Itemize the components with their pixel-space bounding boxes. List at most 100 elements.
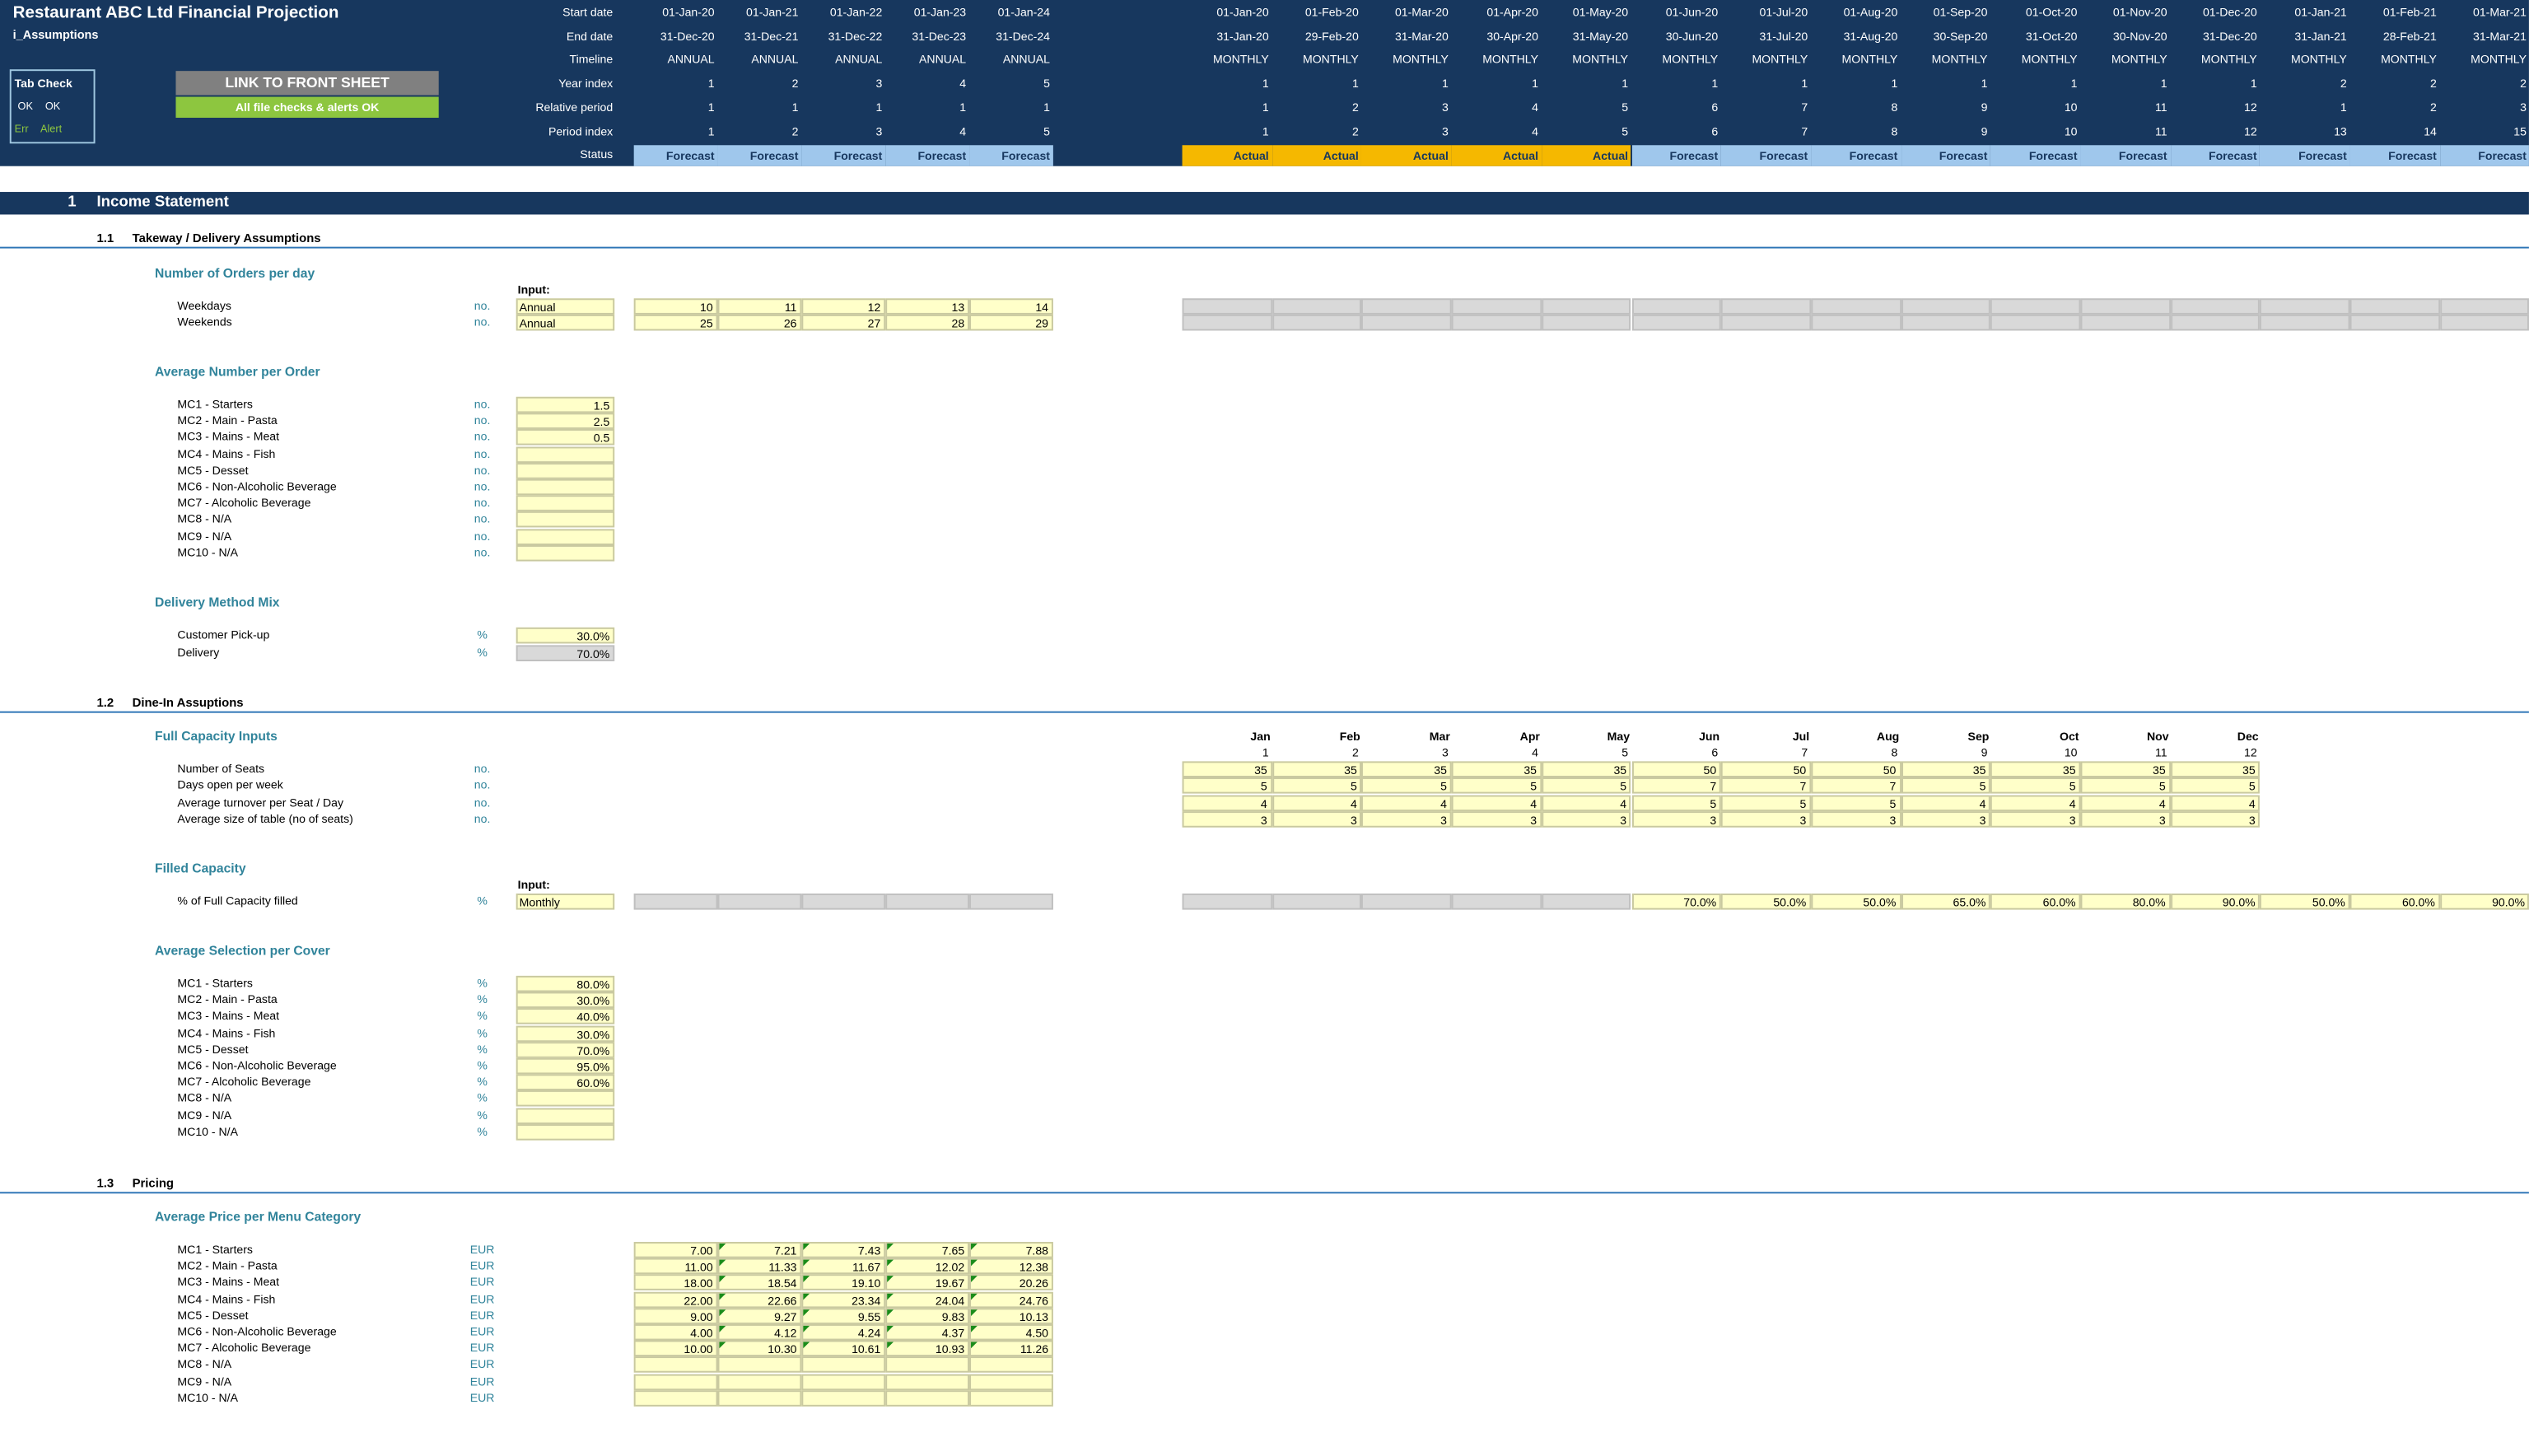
input-mode-cell[interactable]: Annual [516,298,615,315]
input-cell[interactable]: 23.34 [801,1290,886,1308]
input-cell[interactable]: 7 [1811,777,1901,795]
input-cell[interactable] [885,1389,970,1407]
input-cell[interactable]: 19.10 [801,1274,886,1291]
input-cell[interactable]: 95.0% [516,1057,615,1075]
input-cell[interactable]: 3 [2080,810,2171,828]
input-cell[interactable]: 11.67 [801,1258,886,1275]
input-cell[interactable]: 28 [885,314,970,331]
input-cell[interactable]: 7.88 [969,1242,1053,1258]
input-cell[interactable]: 7.00 [633,1242,718,1258]
input-cell[interactable]: 3 [1361,810,1452,828]
input-cell[interactable] [516,1107,615,1124]
input-cell[interactable]: 9.27 [717,1307,802,1324]
input-cell[interactable]: 35 [1990,761,2081,777]
input-mode-cell[interactable]: Annual [516,314,615,331]
input-cell[interactable] [633,1356,718,1374]
input-cell[interactable]: 3 [1451,810,1542,828]
input-cell[interactable]: 4.37 [885,1323,970,1341]
input-cell[interactable]: 60.0% [2349,894,2440,910]
input-cell[interactable] [516,528,615,545]
input-cell[interactable] [633,1389,718,1407]
input-cell[interactable]: 4 [2080,794,2171,811]
input-cell[interactable]: 4 [1451,794,1542,811]
input-cell[interactable]: 35 [1541,761,1631,777]
input-cell[interactable]: 5 [1451,777,1542,795]
input-cell[interactable]: 5 [1990,777,2081,795]
input-cell[interactable]: 50 [1721,761,1812,777]
input-cell[interactable]: 4.12 [717,1323,802,1341]
input-cell[interactable]: 7 [1721,777,1812,795]
input-cell[interactable]: 3 [2170,810,2261,828]
input-cell[interactable]: 11.00 [633,1258,718,1275]
input-cell[interactable]: 50 [1631,761,1722,777]
input-cell[interactable]: 5 [1182,777,1272,795]
link-to-front-sheet-button[interactable]: LINK TO FRONT SHEET [175,71,439,96]
input-cell[interactable] [516,478,615,496]
input-cell[interactable] [969,1356,1053,1374]
input-cell[interactable]: 22.66 [717,1290,802,1308]
input-cell[interactable] [969,1389,1053,1407]
input-cell[interactable] [801,1356,886,1374]
input-cell[interactable] [717,1373,802,1390]
input-cell[interactable] [717,1356,802,1374]
input-cell[interactable]: 12 [801,298,886,315]
input-cell[interactable]: 4 [1990,794,2081,811]
input-cell[interactable]: 12.38 [969,1258,1053,1275]
input-cell[interactable]: 5 [1901,777,1991,795]
input-cell[interactable]: 24.04 [885,1290,970,1308]
input-cell[interactable]: 3 [1271,810,1362,828]
input-cell[interactable]: 60.0% [516,1074,615,1091]
input-cell[interactable]: 5 [2170,777,2261,795]
input-cell[interactable]: 80.0% [2080,894,2171,910]
input-cell[interactable]: 7.43 [801,1242,886,1258]
input-cell[interactable]: 9.00 [633,1307,718,1324]
input-cell[interactable] [633,1373,718,1390]
input-cell[interactable] [969,1373,1053,1390]
input-cell[interactable]: 5 [1631,794,1722,811]
input-cell[interactable] [516,544,615,562]
input-cell[interactable]: 50.0% [1721,894,1812,910]
input-cell[interactable]: 24.76 [969,1290,1053,1308]
input-cell[interactable]: 11.26 [969,1340,1053,1357]
input-cell[interactable]: 5 [1541,777,1631,795]
input-cell[interactable]: 4 [1361,794,1452,811]
input-cell[interactable]: 0.5 [516,429,615,446]
input-cell[interactable]: 3 [1631,810,1722,828]
input-cell[interactable]: 10 [633,298,718,315]
input-cell[interactable]: 12.02 [885,1258,970,1275]
input-cell[interactable]: 20.26 [969,1274,1053,1291]
input-cell[interactable]: 3 [1541,810,1631,828]
input-cell[interactable] [801,1373,886,1390]
input-cell[interactable]: 50.0% [1811,894,1901,910]
input-cell[interactable]: 35 [1182,761,1272,777]
input-cell[interactable]: 18.00 [633,1274,718,1291]
input-cell[interactable]: 13 [885,298,970,315]
input-cell[interactable]: 35 [2170,761,2261,777]
input-cell[interactable]: 50 [1811,761,1901,777]
input-cell[interactable]: 90.0% [2439,894,2529,910]
input-cell[interactable]: 2.5 [516,413,615,430]
input-cell[interactable]: 5 [1361,777,1452,795]
input-cell[interactable]: 4 [1182,794,1272,811]
input-cell[interactable]: 4.24 [801,1323,886,1341]
input-cell[interactable]: 9.83 [885,1307,970,1324]
input-cell[interactable]: 5 [1271,777,1362,795]
input-cell[interactable]: 11 [717,298,802,315]
input-cell[interactable]: 35 [1901,761,1991,777]
input-cell[interactable]: 70.0% [516,1041,615,1058]
input-cell[interactable] [516,462,615,479]
input-cell[interactable]: 4 [1271,794,1362,811]
input-cell[interactable]: 3 [1990,810,2081,828]
input-cell[interactable]: 30.0% [516,1024,615,1042]
input-cell[interactable] [516,1090,615,1108]
input-cell[interactable]: 50.0% [2260,894,2350,910]
input-cell[interactable]: 4 [2170,794,2261,811]
input-cell[interactable]: 35 [2080,761,2171,777]
input-cell[interactable]: 30.0% [516,627,615,644]
input-cell[interactable]: 5 [1721,794,1812,811]
input-cell[interactable] [801,1389,886,1407]
input-cell[interactable]: 65.0% [1901,894,1991,910]
input-cell[interactable]: 14 [969,298,1053,315]
input-cell[interactable]: 26 [717,314,802,331]
input-cell[interactable]: 3 [1811,810,1901,828]
